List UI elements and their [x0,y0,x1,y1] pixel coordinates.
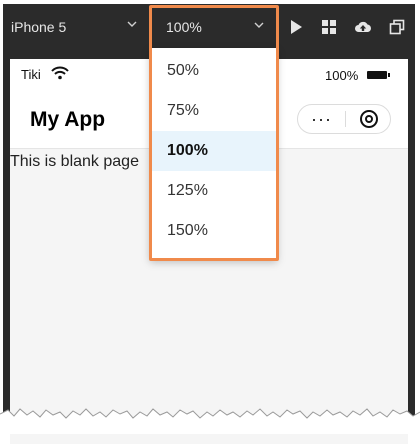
wifi-icon [51,66,69,83]
chevron-down-icon [126,17,138,33]
zoom-option-100[interactable]: 100% [150,131,277,171]
zoom-option-150[interactable]: 150% [150,211,277,251]
zoom-option-75[interactable]: 75% [150,91,277,131]
close-circle-icon[interactable] [346,105,391,133]
menu-capsule: ··· [297,104,391,134]
zoom-select[interactable]: 100% [153,6,280,48]
simulator-toolbar: iPhone 5 100% [3,4,415,49]
grid-icon[interactable] [319,17,339,37]
simulator-frame: iPhone 5 100% Tiki 100% My App ··· This … [0,0,420,444]
app-title: My App [30,108,106,131]
zoom-option-125[interactable]: 125% [150,171,277,211]
device-select-label: iPhone 5 [11,19,67,35]
device-select[interactable]: iPhone 5 [11,16,141,38]
copy-window-icon[interactable] [387,17,407,37]
chevron-down-icon [253,18,265,34]
zoom-select-label: 100% [166,19,202,35]
more-icon[interactable]: ··· [298,105,345,133]
page-body-text: This is blank page [10,153,139,170]
cloud-upload-icon[interactable] [353,17,373,37]
battery-percentage: 100% [325,68,359,83]
zoom-option-50[interactable]: 50% [150,51,277,91]
zoom-dropdown-menu: 50% 75% 100% 125% 150% [150,48,277,259]
carrier-label: Tiki [21,67,41,82]
play-icon[interactable] [286,17,306,37]
battery-icon [367,71,390,79]
